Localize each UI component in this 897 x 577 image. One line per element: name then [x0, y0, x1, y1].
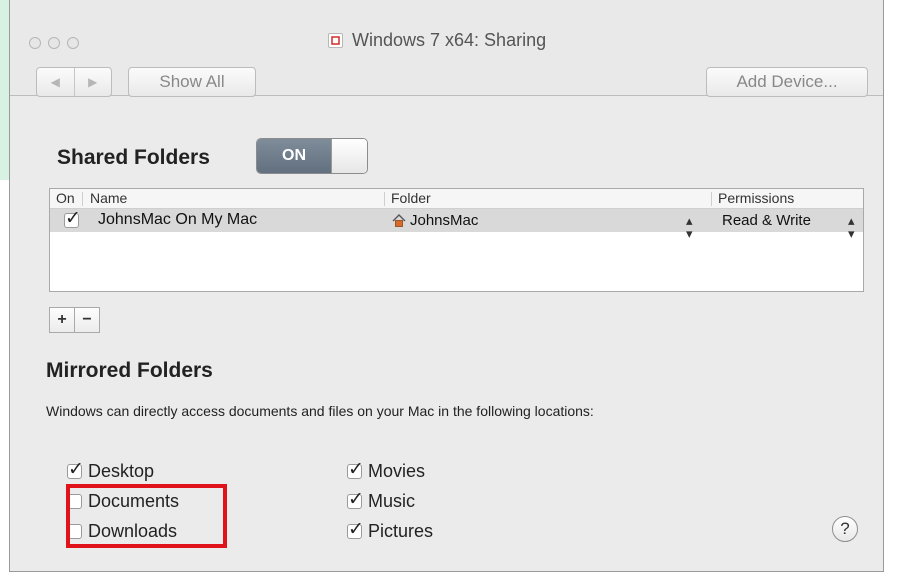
music-checkbox[interactable] [347, 488, 364, 511]
column-separator [711, 192, 712, 206]
music-option[interactable]: Music [347, 488, 416, 513]
home-folder-icon [392, 214, 406, 232]
column-separator [384, 192, 385, 206]
column-separator [82, 192, 83, 206]
movies-label: Movies [368, 460, 426, 481]
show-all-button[interactable]: Show All [128, 67, 256, 97]
pictures-checkbox[interactable] [347, 518, 364, 541]
help-button[interactable]: ? [832, 516, 858, 542]
table-row[interactable]: JohnsMac On My Mac JohnsMac ▴▾ Read & Wr… [50, 207, 863, 240]
mirrored-folders-description: Windows can directly access documents an… [46, 403, 594, 419]
back-arrow-icon[interactable]: ◀ [37, 75, 74, 89]
shared-folders-title: Shared Folders [57, 146, 210, 169]
toggle-knob [331, 139, 367, 173]
column-header-permissions[interactable]: Permissions [718, 190, 794, 206]
shared-folders-table: On Name Folder Permissions JohnsMac On M… [49, 188, 864, 292]
row-name: JohnsMac On My Mac [98, 211, 258, 228]
sharing-window: Windows 7 x64: Sharing ◀ ▶ Show All Add … [9, 0, 884, 572]
column-header-on[interactable]: On [56, 190, 75, 206]
minimize-window-button[interactable] [48, 37, 60, 49]
movies-option[interactable]: Movies [347, 458, 426, 483]
mirrored-folders-title: Mirrored Folders [46, 359, 213, 382]
music-label: Music [368, 490, 416, 511]
zoom-window-button[interactable] [67, 37, 79, 49]
remove-folder-button[interactable]: − [74, 307, 100, 333]
highlight-box [66, 484, 227, 548]
parallels-app-icon [328, 33, 343, 48]
window-title: Windows 7 x64: Sharing [328, 30, 546, 51]
title-bar: Windows 7 x64: Sharing ◀ ▶ Show All Add … [10, 0, 883, 97]
table-header: On Name Folder Permissions [50, 189, 863, 209]
desktop-option[interactable]: Desktop [67, 458, 155, 483]
forward-arrow-icon[interactable]: ▶ [75, 75, 112, 89]
permissions-popup-arrows-icon[interactable]: ▴ ▾ [848, 214, 855, 240]
window-title-text: Windows 7 x64: Sharing [352, 30, 547, 50]
row-permissions[interactable]: Read & Write [722, 212, 811, 229]
add-folder-button[interactable]: + [49, 307, 75, 333]
close-window-button[interactable] [29, 37, 41, 49]
folder-popup-arrows-icon[interactable]: ▴ ▾ [686, 214, 693, 240]
shared-folders-toggle[interactable]: ON [256, 138, 368, 174]
column-header-folder[interactable]: Folder [391, 190, 431, 206]
toggle-on-label: ON [257, 139, 331, 173]
row-folder[interactable]: JohnsMac [410, 212, 478, 229]
pictures-option[interactable]: Pictures [347, 518, 434, 543]
desktop-label: Desktop [88, 460, 155, 481]
column-header-name[interactable]: Name [90, 190, 127, 206]
add-device-button[interactable]: Add Device... [706, 67, 868, 97]
pictures-label: Pictures [368, 520, 434, 541]
desktop-checkbox[interactable] [67, 458, 84, 481]
row-enabled-checkbox[interactable] [64, 207, 81, 230]
movies-checkbox[interactable] [347, 458, 364, 481]
back-forward-segmented: ◀ ▶ [36, 67, 112, 97]
